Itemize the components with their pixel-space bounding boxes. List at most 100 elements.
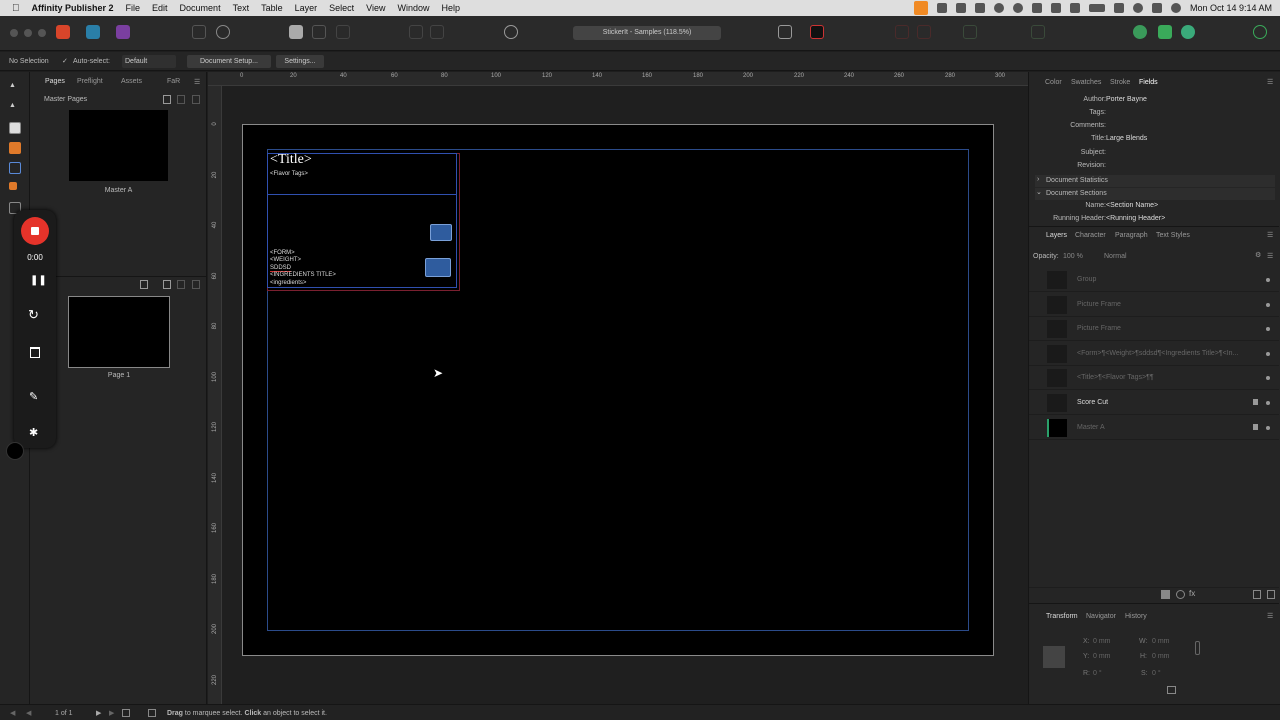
layer-row[interactable]: Master A xyxy=(1029,416,1279,440)
prev-page-icon[interactable]: ◀ xyxy=(26,709,31,717)
table-tool-icon[interactable] xyxy=(9,142,21,154)
running-header-value[interactable]: <Running Header> xyxy=(1106,215,1165,222)
color-picker-icon[interactable] xyxy=(810,25,824,39)
y-field[interactable]: 0 mm xyxy=(1093,653,1111,660)
flavor-tags-placeholder[interactable]: <Flavor Tags> xyxy=(270,171,308,177)
master-thumbnail[interactable] xyxy=(69,110,168,181)
tab-character[interactable]: Character xyxy=(1075,232,1106,239)
menu-select[interactable]: Select xyxy=(329,3,354,13)
visibility-dot[interactable] xyxy=(1266,401,1270,405)
settings-gear-icon[interactable] xyxy=(216,25,230,39)
menu-edit[interactable]: Edit xyxy=(152,3,168,13)
tab-swatches[interactable]: Swatches xyxy=(1071,79,1101,86)
panel-menu-icon[interactable]: ☰ xyxy=(1267,231,1273,239)
picture-frame-icon[interactable] xyxy=(425,258,451,277)
app-menu[interactable]: Affinity Publisher 2 xyxy=(32,3,114,13)
visibility-dot[interactable] xyxy=(1266,352,1270,356)
photo-persona-icon[interactable] xyxy=(86,25,100,39)
panel-menu-icon[interactable]: ☰ xyxy=(1267,612,1273,620)
w-field[interactable]: 0 mm xyxy=(1152,638,1170,645)
layer-settings-icon[interactable]: ⚙ xyxy=(1255,251,1261,259)
layer-row[interactable]: Picture Frame xyxy=(1029,293,1279,317)
tab-preflight[interactable]: Preflight xyxy=(77,78,103,85)
add-layer-icon[interactable] xyxy=(1253,590,1261,599)
sddsd-text[interactable]: SDDSD xyxy=(270,265,292,272)
chrome-icon[interactable] xyxy=(993,3,1004,13)
creative-cloud-icon[interactable] xyxy=(936,3,947,13)
lock-toggle-icon[interactable] xyxy=(148,709,156,717)
page-thumbnail[interactable] xyxy=(68,296,170,368)
visibility-dot[interactable] xyxy=(1266,327,1270,331)
panel-menu-icon[interactable]: ☰ xyxy=(194,78,200,86)
wifi-icon[interactable] xyxy=(1113,3,1124,13)
anchor-point-icon[interactable] xyxy=(1043,646,1065,668)
x-field[interactable]: 0 mm xyxy=(1093,638,1111,645)
studio-icon[interactable] xyxy=(1158,25,1172,39)
play-icon[interactable] xyxy=(1012,3,1023,13)
node-tool-icon[interactable]: ▲ xyxy=(9,102,21,114)
menu-window[interactable]: Window xyxy=(398,3,430,13)
user-icon[interactable] xyxy=(1253,25,1267,39)
delete-layer-icon[interactable] xyxy=(1267,590,1275,599)
tab-paragraph[interactable]: Paragraph xyxy=(1115,232,1148,239)
distribute-icon[interactable] xyxy=(917,25,931,39)
menu-text[interactable]: Text xyxy=(233,3,250,13)
document-setup-button[interactable]: Document Setup... xyxy=(187,55,271,68)
tab-transform[interactable]: Transform xyxy=(1046,613,1078,620)
window-zoom-button[interactable] xyxy=(38,29,46,37)
tab-fields[interactable]: Fields xyxy=(1139,79,1158,86)
weight-placeholder[interactable]: <WEIGHT> xyxy=(270,257,301,263)
search-icon[interactable] xyxy=(1132,3,1143,13)
link-aspect-icon[interactable] xyxy=(1195,641,1200,655)
ingredients-title-placeholder[interactable]: <INGREDIENTS TITLE> xyxy=(270,272,336,278)
page-menu-icon[interactable] xyxy=(122,709,130,717)
publisher-persona-icon[interactable] xyxy=(116,25,130,39)
window-close-button[interactable] xyxy=(10,29,18,37)
title-value[interactable]: Large Blends xyxy=(1106,135,1147,142)
document-icon[interactable] xyxy=(289,25,303,39)
control-center-icon[interactable] xyxy=(1151,3,1162,13)
master-page-icon[interactable] xyxy=(192,25,206,39)
text-frame-group[interactable]: <Title> <Flavor Tags> <FORM> <WEIGHT> SD… xyxy=(267,152,457,288)
volume-icon[interactable] xyxy=(1050,3,1061,13)
settings-button[interactable]: Settings... xyxy=(276,55,324,68)
tab-layers[interactable]: Layers xyxy=(1046,232,1067,239)
s-field[interactable]: 0 ° xyxy=(1152,670,1161,677)
tab-stroke[interactable]: Stroke xyxy=(1110,79,1130,86)
preview-icon[interactable] xyxy=(504,25,518,39)
autoselect-dropdown[interactable]: Default xyxy=(122,55,176,68)
webcam-dot[interactable] xyxy=(6,442,24,460)
snapping-icon[interactable] xyxy=(1133,25,1147,39)
share-icon[interactable] xyxy=(1181,25,1195,39)
autoselect-checkbox[interactable]: ✓ xyxy=(62,57,68,65)
add-master-icon[interactable] xyxy=(163,95,171,104)
notion-icon[interactable] xyxy=(955,3,966,13)
visibility-dot[interactable] xyxy=(1266,303,1270,307)
spread-icon[interactable] xyxy=(312,25,326,39)
vertical-ruler[interactable]: 0 20 40 60 80 100 120 140 160 180 200 22… xyxy=(208,86,222,704)
tab-history[interactable]: History xyxy=(1125,613,1147,620)
gear-icon[interactable] xyxy=(974,3,985,13)
tab-pages[interactable]: Pages xyxy=(45,78,65,85)
visibility-dot[interactable] xyxy=(1266,278,1270,282)
author-value[interactable]: Porter Bayne xyxy=(1106,96,1147,103)
menu-table[interactable]: Table xyxy=(261,3,283,13)
move-tool-icon[interactable]: ▲ xyxy=(9,82,21,94)
ingredients-placeholder[interactable]: <ingredients> xyxy=(270,280,306,286)
pin-icon[interactable] xyxy=(409,25,423,39)
clock[interactable]: Mon Oct 14 9:14 AM xyxy=(1190,3,1272,13)
pages-options-icon[interactable] xyxy=(140,280,148,289)
window-minimize-button[interactable] xyxy=(24,29,32,37)
transform-origin-icon[interactable] xyxy=(1167,686,1176,694)
trash-icon[interactable] xyxy=(30,347,40,358)
blend-mode-dropdown[interactable]: Normal xyxy=(1104,253,1127,260)
apple-icon[interactable]:  xyxy=(12,3,20,14)
picture-frame-icon[interactable] xyxy=(430,224,452,241)
visibility-dot[interactable] xyxy=(1266,426,1270,430)
horizontal-ruler[interactable]: 0 20 40 60 80 100 120 140 160 180 200 22… xyxy=(208,72,1028,86)
delete-page-icon[interactable] xyxy=(192,280,200,289)
section-name-value[interactable]: <Section Name> xyxy=(1106,202,1158,209)
frame-text-tool-icon[interactable] xyxy=(9,122,21,134)
layer-row[interactable]: <Title>¶<Flavor Tags>¶¶ xyxy=(1029,366,1279,390)
pin2-icon[interactable] xyxy=(430,25,444,39)
